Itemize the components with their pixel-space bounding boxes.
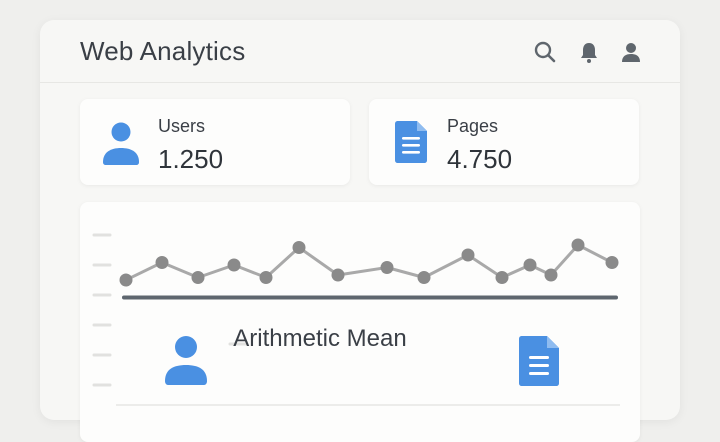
data-point-7 bbox=[331, 268, 345, 282]
data-point-11 bbox=[495, 271, 509, 284]
bell-icon[interactable] bbox=[576, 39, 602, 65]
user-icon bbox=[102, 121, 140, 170]
users-value: 1.250 bbox=[158, 144, 224, 174]
app-window: Web Analytics Users 1.250 Pages 4.750 Ar… bbox=[40, 20, 680, 442]
pages-stat-card: Pages 4.750 bbox=[369, 99, 639, 185]
document-icon bbox=[395, 121, 427, 168]
data-point-8 bbox=[380, 261, 394, 274]
data-point-3 bbox=[191, 271, 205, 284]
data-point-4 bbox=[227, 258, 241, 272]
data-point-9 bbox=[417, 271, 431, 284]
data-point-6 bbox=[292, 241, 306, 254]
user-icon[interactable] bbox=[618, 39, 644, 65]
data-point-2 bbox=[155, 256, 169, 269]
search-icon[interactable] bbox=[532, 39, 558, 65]
data-point-12 bbox=[523, 258, 537, 272]
pages-label: Pages bbox=[447, 116, 499, 136]
data-point-13 bbox=[544, 268, 558, 282]
mean-label: Arithmetic Mean bbox=[233, 325, 407, 352]
line-chart bbox=[92, 233, 620, 406]
chart-card: Arithmetic Mean bbox=[80, 202, 640, 442]
data-point-15 bbox=[605, 256, 619, 269]
page-title: Web Analytics bbox=[80, 36, 246, 66]
users-label: Users bbox=[158, 116, 206, 136]
data-point-5 bbox=[259, 271, 273, 284]
document-icon bbox=[519, 336, 559, 391]
data-point-10 bbox=[461, 248, 475, 262]
data-point-1 bbox=[119, 273, 133, 287]
users-stat-card: Users 1.250 bbox=[80, 99, 350, 185]
pages-value: 4.750 bbox=[447, 144, 513, 174]
user-icon bbox=[164, 335, 208, 390]
data-point-14 bbox=[571, 238, 585, 252]
app-header: Web Analytics bbox=[40, 20, 680, 83]
